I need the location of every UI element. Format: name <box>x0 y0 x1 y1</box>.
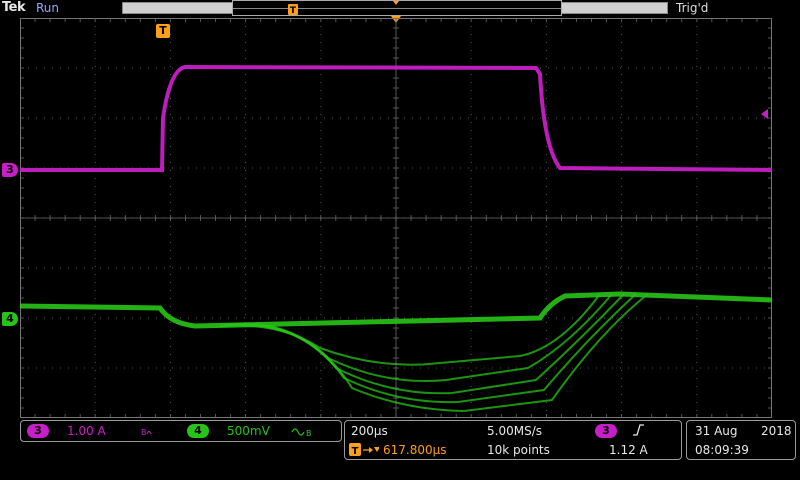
ch3-badge[interactable]: 3 <box>27 424 49 438</box>
trigger-status: Trig'd <box>676 1 709 15</box>
trigger-level[interactable]: 1.12 A <box>609 443 648 457</box>
brand-logo: Tek <box>2 0 26 15</box>
trigger-source-badge[interactable]: 3 <box>595 424 617 438</box>
waveform-display[interactable] <box>20 18 772 418</box>
trigger-level-marker-icon[interactable] <box>760 108 772 120</box>
record-length: 10k points <box>487 443 550 457</box>
ch4-ground-marker[interactable]: 4 <box>2 312 18 326</box>
ch3-scale[interactable]: 1.00 A <box>67 424 106 438</box>
svg-text:B: B <box>306 429 312 438</box>
ch4-scale[interactable]: 500mV <box>227 424 270 438</box>
ch4-badge[interactable]: 4 <box>187 424 209 438</box>
graticule <box>20 18 772 418</box>
view-center-marker-icon <box>393 1 399 5</box>
ac-coupling-icon: B <box>291 428 312 438</box>
clock-time: 08:09:39 <box>695 443 749 457</box>
trigger-time-marker-icon[interactable]: T <box>156 24 170 38</box>
ch3-ground-marker[interactable]: 3 <box>2 163 18 177</box>
svg-text:B: B <box>141 428 147 437</box>
channel-readout-panel[interactable]: 3 1.00 A B 4 500mV B <box>20 420 342 442</box>
ch4-trace-sweep <box>219 293 637 404</box>
horizontal-scale[interactable]: 200µs <box>351 424 388 438</box>
date-year: 2018 <box>761 424 792 438</box>
acquisition-run-state[interactable]: Run <box>36 1 59 15</box>
timebase-trigger-panel[interactable]: 200µs 5.00MS/s 3 T 617.800µs 10k points … <box>344 420 682 460</box>
ch4-trace-sweep <box>219 293 613 383</box>
rising-edge-icon <box>633 424 644 436</box>
trigger-position-readout-icon: T <box>349 443 379 457</box>
date-day-month: 31 Aug <box>695 424 738 438</box>
trigger-position[interactable]: 617.800µs <box>383 443 447 457</box>
svg-text:T: T <box>352 446 359 457</box>
datetime-panel[interactable]: 31 Aug 2018 08:09:39 <box>686 420 796 460</box>
sample-rate: 5.00MS/s <box>487 424 542 438</box>
bw-limit-icon: B <box>141 428 152 437</box>
